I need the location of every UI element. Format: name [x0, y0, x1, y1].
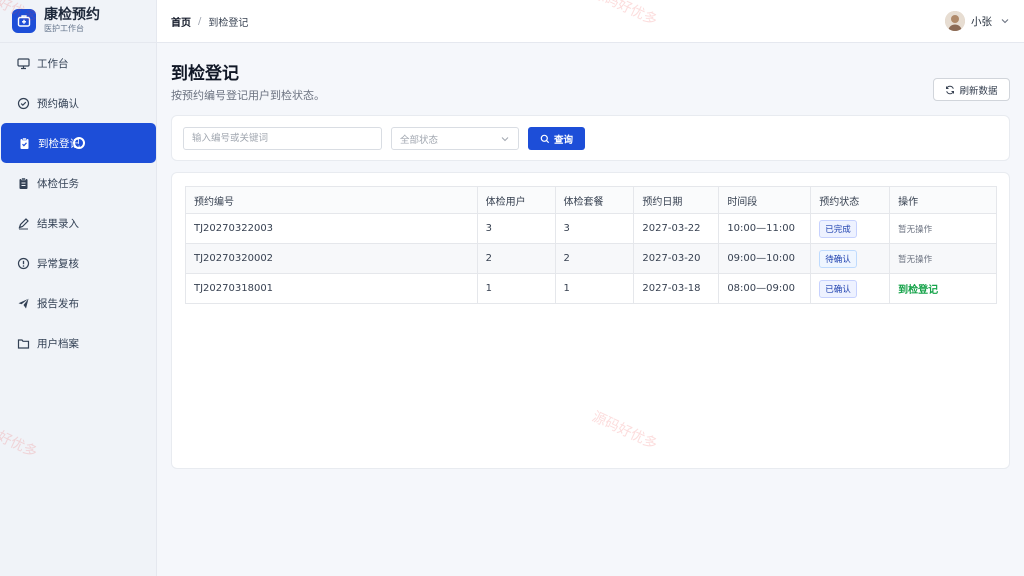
cell-user: 1: [476, 273, 556, 304]
sidebar-item-label: 工作台: [37, 57, 69, 70]
appointments-table: 预约编号 体检用户 体检套餐 预约日期 时间段 预约状态 操作 TJ202703…: [185, 186, 997, 304]
topbar: 首页 / 到检登记 小张: [157, 0, 1024, 43]
sidebar-item-report-publish[interactable]: 报告发布: [0, 283, 156, 323]
sidebar-item-label: 预约确认: [37, 97, 79, 110]
breadcrumb: 首页 / 到检登记: [171, 14, 248, 29]
send-icon: [16, 296, 30, 310]
sidebar-item-label: 结果录入: [37, 217, 79, 230]
sidebar-item-exam-tasks[interactable]: 体检任务: [0, 163, 156, 203]
cell-appointment-id: TJ20270318001: [185, 273, 478, 304]
cell-package: 2: [554, 243, 635, 274]
refresh-button-label: 刷新数据: [959, 85, 998, 97]
status-select-value: 全部状态: [400, 134, 439, 146]
column-header: 预约编号: [185, 186, 478, 214]
status-select[interactable]: 全部状态: [391, 127, 519, 150]
cell-user: 3: [476, 213, 556, 244]
search-icon: [540, 134, 550, 144]
sidebar-item-result-entry[interactable]: 结果录入: [0, 203, 156, 243]
breadcrumb-separator: /: [198, 15, 202, 27]
cell-package: 1: [554, 273, 635, 304]
refresh-icon: [945, 85, 955, 95]
query-button[interactable]: 查询: [528, 127, 585, 150]
appointments-table-card: 预约编号 体检用户 体检套餐 预约日期 时间段 预约状态 操作 TJ202703…: [171, 172, 1010, 469]
sidebar-item-label: 异常复核: [37, 257, 79, 270]
monitor-icon: [16, 56, 30, 70]
sidebar-item-user-records[interactable]: 用户档案: [0, 323, 156, 363]
pencil-icon: [16, 216, 30, 230]
table-row: TJ20270320002 2 2 2027-03-20 09:00—10:00…: [185, 243, 997, 274]
filter-bar: 全部状态 查询: [171, 115, 1010, 161]
alert-circle-icon: [16, 256, 30, 270]
cell-appointment-id: TJ20270322003: [185, 213, 478, 244]
table-row: TJ20270318001 1 1 2027-03-18 08:00—09:00…: [185, 273, 997, 304]
search-input[interactable]: [183, 127, 382, 150]
column-header: 操作: [889, 186, 997, 214]
query-button-label: 查询: [553, 134, 573, 146]
cell-appointment-id: TJ20270320002: [185, 243, 478, 274]
status-badge: 待确认: [819, 249, 857, 268]
check-circle-icon: [16, 96, 30, 110]
no-action-text: 暂无操作: [898, 224, 933, 235]
checkin-action-link[interactable]: 到检登记: [898, 285, 938, 296]
cursor-ring-icon: [73, 137, 85, 149]
sidebar-item-anomaly-review[interactable]: 异常复核: [0, 243, 156, 283]
breadcrumb-current: 到检登记: [208, 17, 249, 29]
avatar: [945, 11, 965, 31]
sidebar-nav: 工作台 预约确认 到检登记 体检任务 结果录入 异常复核 报告发布 用户档案: [0, 43, 156, 363]
sidebar-item-label: 体检任务: [37, 177, 79, 190]
username: 小张: [971, 15, 992, 28]
sidebar-item-workbench[interactable]: 工作台: [0, 43, 156, 83]
cell-date: 2027-03-22: [633, 213, 720, 244]
clipboard-icon: [16, 176, 30, 190]
column-header: 体检用户: [476, 186, 556, 214]
cell-time-slot: 08:00—09:00: [718, 273, 812, 304]
medical-kit-icon: [12, 9, 36, 33]
sidebar: 康检预约 医护工作台 工作台 预约确认 到检登记 体检任务 结果录入 异常复核: [0, 0, 157, 576]
main-content: 到检登记 按预约编号登记用户到检状态。 刷新数据 全部状态 查询 预约编号 体检…: [157, 43, 1024, 576]
page-title: 到检登记: [171, 64, 239, 84]
table-header-row: 预约编号 体检用户 体检套餐 预约日期 时间段 预约状态 操作: [185, 186, 997, 214]
column-header: 体检套餐: [554, 186, 635, 214]
cell-time-slot: 10:00—11:00: [718, 213, 812, 244]
cell-time-slot: 09:00—10:00: [718, 243, 812, 274]
cell-date: 2027-03-20: [633, 243, 720, 274]
column-header: 时间段: [718, 186, 812, 214]
brand-title: 康检预约: [44, 7, 100, 23]
sidebar-item-checkin[interactable]: 到检登记: [1, 123, 156, 163]
cell-user: 2: [476, 243, 556, 274]
folder-icon: [16, 336, 30, 350]
brand[interactable]: 康检预约 医护工作台: [0, 0, 156, 43]
cell-date: 2027-03-18: [633, 273, 720, 304]
sidebar-item-label: 报告发布: [37, 297, 79, 310]
chevron-down-icon: [500, 134, 510, 147]
cell-package: 3: [554, 213, 635, 244]
sidebar-item-appointment-confirm[interactable]: 预约确认: [0, 83, 156, 123]
sidebar-item-label: 用户档案: [37, 337, 79, 350]
page-subtitle: 按预约编号登记用户到检状态。: [171, 89, 325, 102]
chevron-down-icon: [1000, 16, 1010, 26]
refresh-button[interactable]: 刷新数据: [933, 78, 1010, 101]
status-badge: 已完成: [819, 219, 857, 238]
no-action-text: 暂无操作: [898, 254, 933, 265]
user-menu[interactable]: 小张: [945, 11, 1010, 31]
brand-subtitle: 医护工作台: [44, 24, 84, 33]
breadcrumb-home[interactable]: 首页: [171, 14, 191, 29]
column-header: 预约状态: [810, 186, 891, 214]
status-badge: 已确认: [819, 279, 857, 298]
column-header: 预约日期: [633, 186, 720, 214]
table-row: TJ20270322003 3 3 2027-03-22 10:00—11:00…: [185, 213, 997, 244]
clipboard-check-icon: [17, 136, 31, 150]
